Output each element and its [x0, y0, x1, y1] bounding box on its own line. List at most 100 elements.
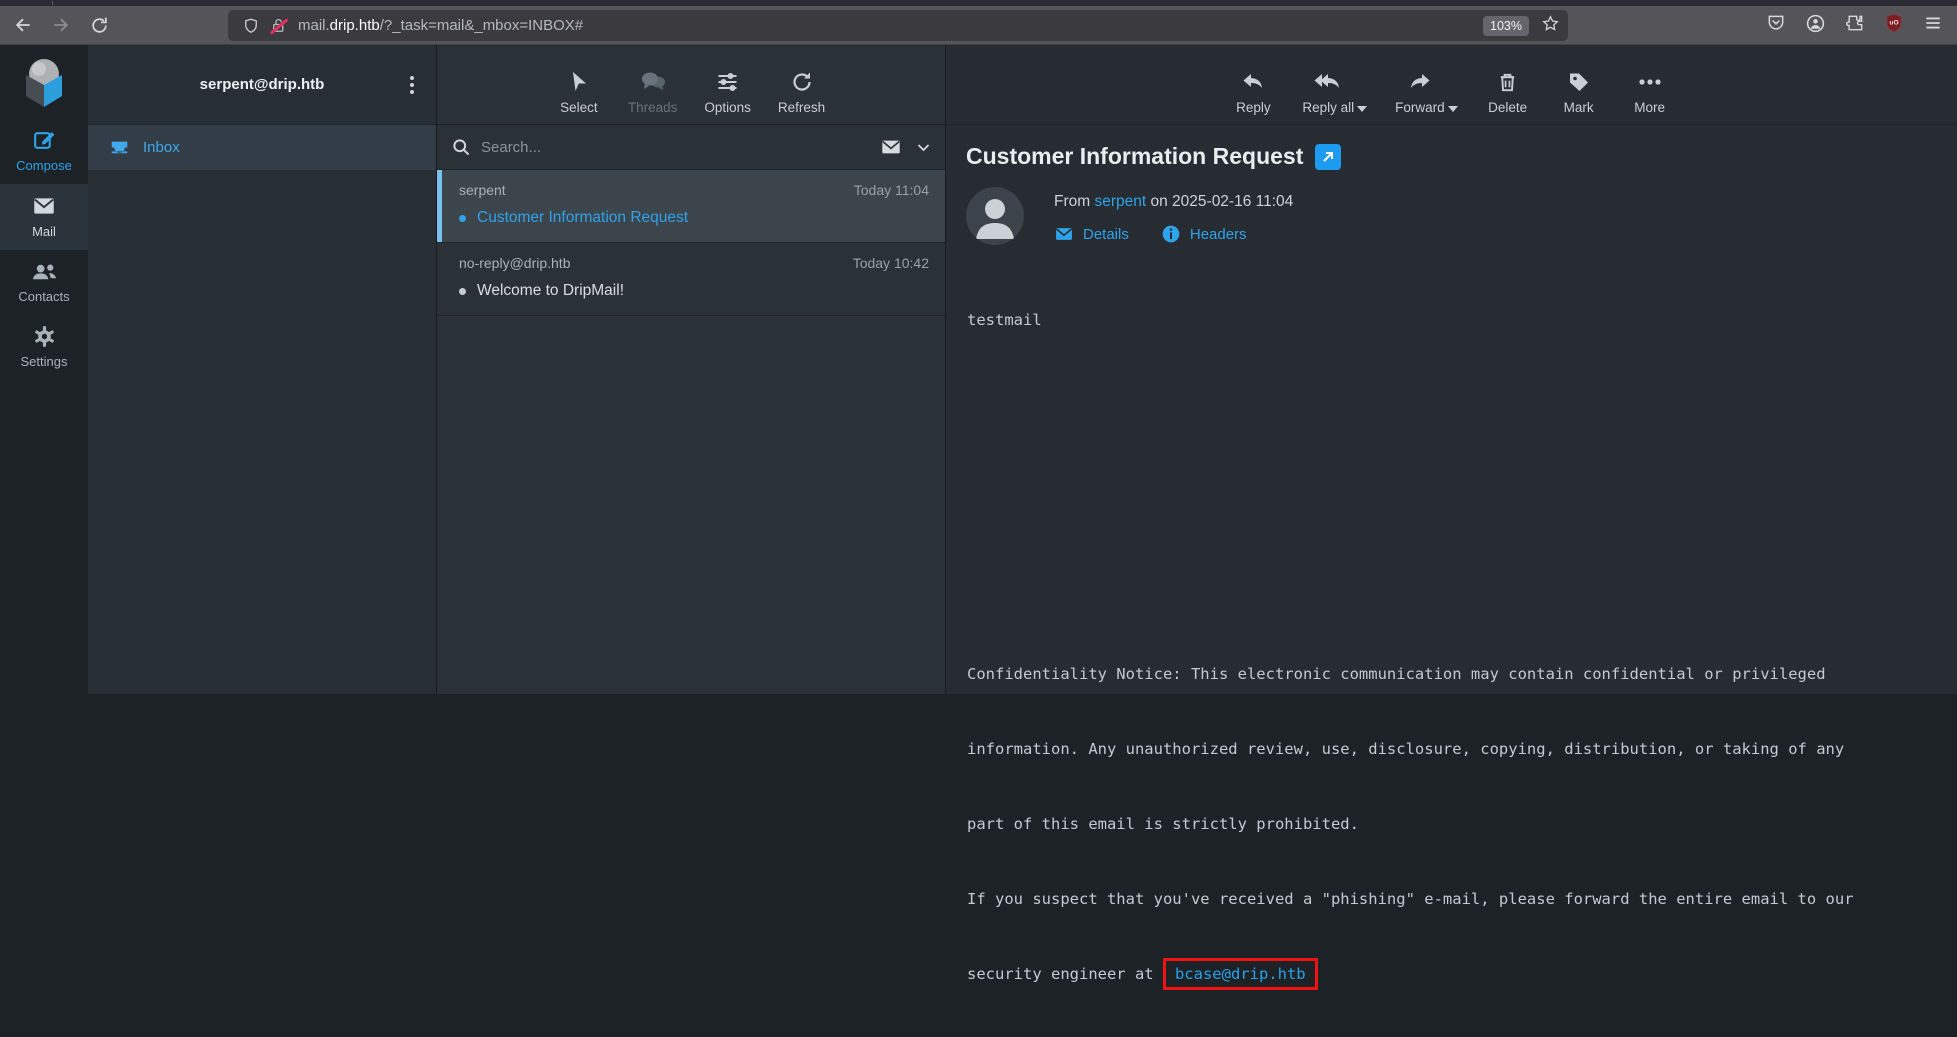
- delete-button[interactable]: Delete: [1486, 70, 1530, 115]
- notice-line: part of this email is strictly prohibite…: [967, 812, 1854, 837]
- message-subject: Welcome to DripMail!: [477, 282, 624, 300]
- more-dots-icon: [1637, 70, 1663, 94]
- tracking-shield-icon[interactable]: [242, 17, 260, 35]
- notice-line: If you suspect that you've received a "p…: [967, 887, 1854, 912]
- reply-all-menu-caret[interactable]: [1357, 106, 1367, 112]
- sidebar-item-contacts[interactable]: Contacts: [0, 250, 88, 315]
- sidebar-item-label: Compose: [16, 158, 72, 173]
- mark-button[interactable]: Mark: [1557, 70, 1601, 115]
- more-button[interactable]: More: [1628, 70, 1672, 115]
- inbox-icon: [108, 136, 131, 159]
- message-view-subject: Customer Information Request: [966, 143, 1303, 170]
- open-in-new-window-button[interactable]: [1315, 144, 1341, 170]
- search-icon: [451, 137, 471, 157]
- sidebar-item-mail[interactable]: Mail: [0, 184, 88, 250]
- message-list-row[interactable]: no-reply@drip.htb Today 10:42 Welcome to…: [437, 243, 945, 316]
- unread-dot-icon: [459, 288, 466, 295]
- cursor-icon: [567, 70, 591, 94]
- envelope-icon: [880, 136, 902, 158]
- options-button[interactable]: Options: [704, 70, 751, 115]
- toolbar-label: More: [1634, 100, 1665, 115]
- kebab-menu-button[interactable]: [400, 73, 424, 97]
- app-logo: [15, 53, 73, 109]
- message-view-column: Reply Reply all Forward Delete Mark: [946, 45, 1957, 694]
- settings-icon: [32, 324, 57, 349]
- refresh-button[interactable]: Refresh: [778, 70, 825, 115]
- envelope-icon: [1054, 224, 1074, 244]
- sidebar-item-label: Contacts: [18, 289, 69, 304]
- message-date: Today 11:04: [854, 182, 929, 198]
- sender-avatar: [966, 187, 1024, 245]
- sidebar-item-settings[interactable]: Settings: [0, 315, 88, 380]
- threads-button[interactable]: Threads: [628, 70, 678, 115]
- reply-button[interactable]: Reply: [1231, 70, 1275, 115]
- extensions-button[interactable]: [1845, 13, 1865, 38]
- search-input[interactable]: [481, 139, 870, 156]
- person-icon: [966, 187, 1024, 245]
- details-link[interactable]: Details: [1083, 226, 1129, 243]
- search-bar: [437, 125, 945, 170]
- sidebar-item-label: Settings: [21, 354, 68, 369]
- contacts-icon: [31, 259, 58, 284]
- toolbar-label: Reply: [1236, 100, 1271, 115]
- task-nav-sidebar: Compose Mail Contacts Settings: [0, 45, 88, 694]
- browser-toolbar: mail.drip.htb/?_task=mail&_mbox=INBOX# 1…: [0, 6, 1957, 45]
- sender-link[interactable]: serpent: [1094, 193, 1146, 210]
- ublock-button[interactable]: uO: [1884, 13, 1904, 38]
- toolbar-label: Threads: [628, 100, 678, 115]
- forward-menu-caret[interactable]: [1448, 106, 1458, 112]
- options-icon: [715, 70, 740, 94]
- sidebar-item-label: Mail: [32, 224, 56, 239]
- back-button[interactable]: [8, 10, 38, 40]
- message-toolbar: Reply Reply all Forward Delete Mark: [946, 45, 1957, 125]
- account-header: serpent@drip.htb: [88, 45, 436, 125]
- bookmark-star-icon[interactable]: [1541, 14, 1560, 38]
- forward-icon: [51, 15, 71, 35]
- reply-all-button[interactable]: Reply all: [1302, 70, 1354, 115]
- search-scope-control[interactable]: [880, 136, 931, 158]
- select-button[interactable]: Select: [557, 70, 601, 115]
- info-icon: [1161, 224, 1181, 244]
- lock-broken-icon[interactable]: [270, 17, 288, 35]
- message-sender: no-reply@drip.htb: [459, 255, 571, 271]
- email-footer-notice: Confidentiality Notice: This electronic …: [967, 612, 1854, 1037]
- notice-line: Confidentiality Notice: This electronic …: [967, 662, 1854, 687]
- threads-icon: [640, 70, 666, 94]
- message-date: Today 10:42: [853, 255, 929, 271]
- forward-button[interactable]: Forward: [1395, 70, 1445, 115]
- mail-icon: [31, 193, 57, 219]
- toolbar-label: Reply all: [1302, 100, 1354, 115]
- list-toolbar: Select Threads Options Refresh: [437, 45, 945, 125]
- message-view-body: Customer Information Request From serpen…: [946, 125, 1957, 694]
- message-list-row[interactable]: serpent Today 11:04 Customer Information…: [437, 170, 945, 243]
- message-sender: serpent: [459, 182, 506, 198]
- svg-text:uO: uO: [1889, 19, 1898, 26]
- headers-link[interactable]: Headers: [1190, 226, 1247, 243]
- refresh-icon: [790, 70, 814, 94]
- highlighted-email-link[interactable]: bcase@drip.htb: [1163, 958, 1318, 990]
- browser-actions: uO: [1766, 6, 1943, 45]
- tag-icon: [1567, 70, 1591, 94]
- forward-button[interactable]: [46, 10, 76, 40]
- url-bar[interactable]: mail.drip.htb/?_task=mail&_mbox=INBOX# 1…: [228, 10, 1568, 41]
- folders-column: serpent@drip.htb Inbox: [88, 45, 437, 694]
- zoom-level-badge[interactable]: 103%: [1483, 16, 1529, 36]
- sidebar-item-compose[interactable]: Compose: [0, 119, 88, 184]
- notice-line: security engineer at bcase@drip.htb: [967, 962, 1854, 987]
- toolbar-label: Select: [560, 100, 598, 115]
- menu-button[interactable]: [1923, 13, 1943, 38]
- pocket-button[interactable]: [1766, 13, 1786, 38]
- reply-icon: [1240, 70, 1266, 94]
- unread-dot-icon: [459, 215, 466, 222]
- message-list-column: Select Threads Options Refresh: [437, 45, 946, 694]
- folder-item-label: Inbox: [143, 139, 180, 156]
- folder-item-inbox[interactable]: Inbox: [88, 125, 436, 170]
- toolbar-label: Forward: [1395, 100, 1445, 115]
- message-subject: Customer Information Request: [477, 209, 688, 227]
- toolbar-label: Options: [704, 100, 751, 115]
- external-link-icon: [1320, 149, 1336, 165]
- reload-button[interactable]: [84, 10, 114, 40]
- from-label: From: [1054, 193, 1090, 210]
- account-button[interactable]: [1805, 13, 1826, 39]
- date-text: on 2025-02-16 11:04: [1151, 193, 1294, 210]
